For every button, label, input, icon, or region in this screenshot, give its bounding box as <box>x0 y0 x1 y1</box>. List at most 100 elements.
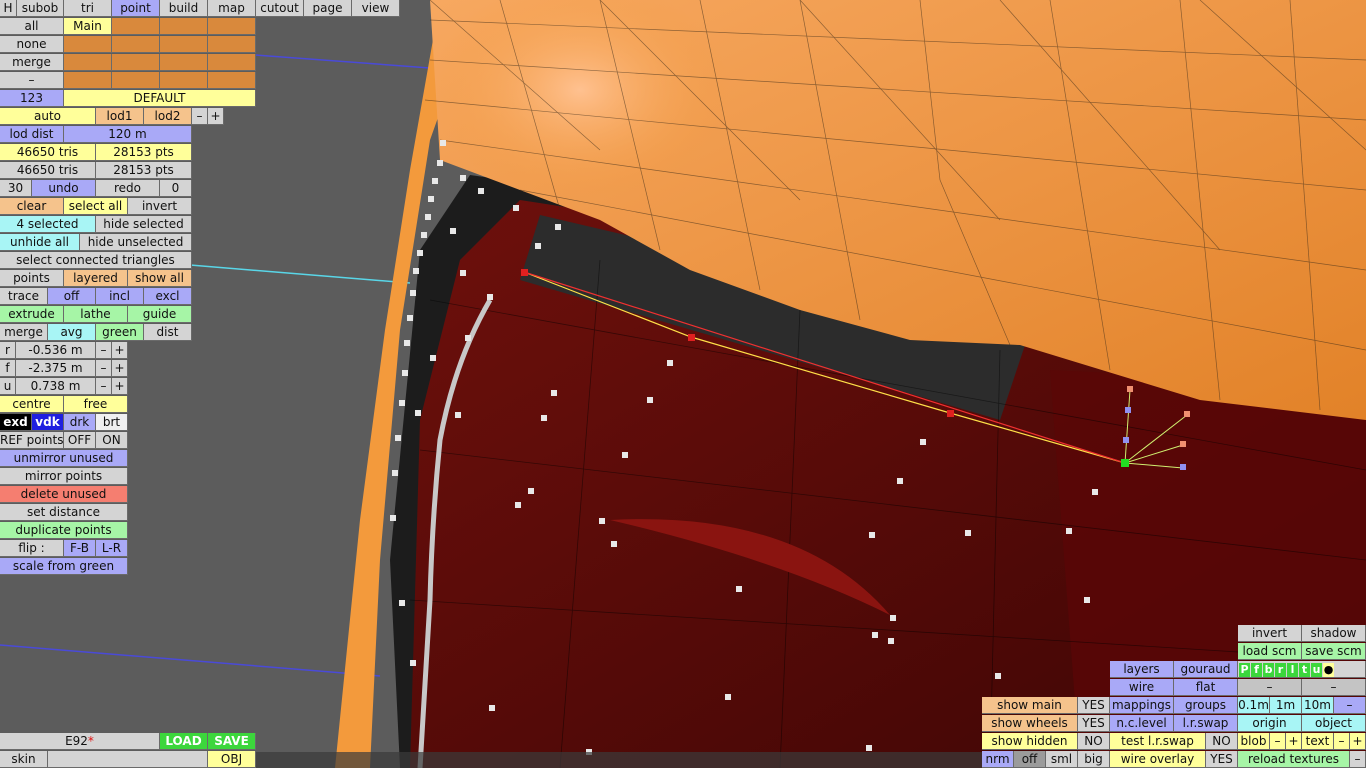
gouraud-button[interactable]: gouraud <box>1174 661 1238 678</box>
trace-off-button[interactable]: off <box>48 288 96 305</box>
dash-button[interactable]: – <box>1238 679 1302 696</box>
unhide-all-button[interactable]: unhide all <box>0 234 80 251</box>
flag-t[interactable]: t <box>1299 663 1310 677</box>
step-minus-button[interactable]: – <box>1334 697 1366 714</box>
hide-selected-button[interactable]: hide selected <box>96 216 192 233</box>
flip-fb-button[interactable]: F-B <box>64 540 96 557</box>
axis-r-minus[interactable]: – <box>96 342 112 359</box>
wire-overlay-toggle[interactable]: YES <box>1206 751 1238 768</box>
obj-button[interactable]: OBJ <box>208 751 256 768</box>
group-slot[interactable] <box>160 18 208 35</box>
reload-textures-button[interactable]: reload textures <box>1238 751 1350 768</box>
select-all-button[interactable]: select all <box>64 198 128 215</box>
trace-button[interactable]: trace <box>0 288 48 305</box>
show-wheels-button[interactable]: show wheels <box>982 715 1078 732</box>
lod-dist-label[interactable]: lod dist <box>0 126 64 143</box>
size-off-button[interactable]: off <box>1014 751 1046 768</box>
nc-level-button[interactable]: n.c.level <box>1110 715 1174 732</box>
blob-minus-button[interactable]: – <box>1270 733 1286 750</box>
group-main[interactable]: Main <box>64 18 112 35</box>
remove-group-button[interactable]: – <box>0 72 64 89</box>
layered-button[interactable]: layered <box>64 270 128 287</box>
guide-button[interactable]: guide <box>128 306 192 323</box>
group-slot[interactable] <box>112 54 160 71</box>
lod-dist-value[interactable]: 120 m <box>64 126 192 143</box>
menu-view[interactable]: view <box>352 0 400 17</box>
display-brt-button[interactable]: brt <box>96 414 128 431</box>
group-slot[interactable] <box>160 72 208 89</box>
group-slot[interactable] <box>64 54 112 71</box>
axis-f-value[interactable]: -2.375 m <box>16 360 96 377</box>
wire-overlay-button[interactable]: wire overlay <box>1110 751 1206 768</box>
group-slot[interactable] <box>208 72 256 89</box>
text-button[interactable]: text <box>1302 733 1334 750</box>
show-hidden-toggle[interactable]: NO <box>1078 733 1110 750</box>
group-slot[interactable] <box>64 36 112 53</box>
shadow-button[interactable]: shadow <box>1302 625 1366 642</box>
wire-button[interactable]: wire <box>1110 679 1174 696</box>
show-main-toggle[interactable]: YES <box>1078 697 1110 714</box>
axis-u-minus[interactable]: – <box>96 378 112 395</box>
test-lr-swap-toggle[interactable]: NO <box>1206 733 1238 750</box>
axis-f-plus[interactable]: + <box>112 360 128 377</box>
dist-button[interactable]: dist <box>144 324 192 341</box>
groups-button[interactable]: groups <box>1174 697 1238 714</box>
group-slot[interactable] <box>160 54 208 71</box>
redo-button[interactable]: redo <box>96 180 160 197</box>
flag-r[interactable]: r <box>1275 663 1286 677</box>
flag-dot[interactable]: ● <box>1323 663 1334 677</box>
display-exd-button[interactable]: exd <box>0 414 32 431</box>
text-plus-button[interactable]: + <box>1350 733 1366 750</box>
lod-minus-button[interactable]: – <box>192 108 208 125</box>
display-vdk-button[interactable]: vdk <box>32 414 64 431</box>
clear-button[interactable]: clear <box>0 198 64 215</box>
save-scm-button[interactable]: save scm <box>1302 643 1366 660</box>
group-slot[interactable] <box>112 18 160 35</box>
blob-plus-button[interactable]: + <box>1286 733 1302 750</box>
show-wheels-toggle[interactable]: YES <box>1078 715 1110 732</box>
view-flags[interactable]: Pf b r l t u ● <box>1238 661 1366 678</box>
lathe-button[interactable]: lathe <box>64 306 128 323</box>
axis-u-value[interactable]: 0.738 m <box>16 378 96 395</box>
select-all-group[interactable]: all <box>0 18 64 35</box>
lod2-button[interactable]: lod2 <box>144 108 192 125</box>
axis-f-minus[interactable]: – <box>96 360 112 377</box>
skin-field[interactable] <box>48 751 208 768</box>
reload-minus-button[interactable]: – <box>1350 751 1366 768</box>
flag-f[interactable]: f <box>1251 663 1262 677</box>
object-button[interactable]: object <box>1302 715 1366 732</box>
merge-points-button[interactable]: merge <box>0 324 48 341</box>
flat-button[interactable]: flat <box>1174 679 1238 696</box>
layers-button[interactable]: layers <box>1110 661 1174 678</box>
invert-button[interactable]: invert <box>1238 625 1302 642</box>
points-mode-button[interactable]: points <box>0 270 64 287</box>
step-10m-button[interactable]: 10m <box>1302 697 1334 714</box>
lr-swap-button[interactable]: l.r.swap <box>1174 715 1238 732</box>
dash-button[interactable]: – <box>1302 679 1366 696</box>
axis-u-plus[interactable]: + <box>112 378 128 395</box>
scale-from-green-button[interactable]: scale from green <box>0 558 128 575</box>
merge-groups-button[interactable]: merge <box>0 54 64 71</box>
size-sml-button[interactable]: sml <box>1046 751 1078 768</box>
avg-button[interactable]: avg <box>48 324 96 341</box>
group-slot[interactable] <box>160 36 208 53</box>
axis-r-value[interactable]: -0.536 m <box>16 342 96 359</box>
file-name[interactable]: E92* <box>0 733 160 750</box>
axis-r-plus[interactable]: + <box>112 342 128 359</box>
group-slot[interactable] <box>112 36 160 53</box>
hide-unselected-button[interactable]: hide unselected <box>80 234 192 251</box>
group-slot[interactable] <box>112 72 160 89</box>
set-distance-button[interactable]: set distance <box>0 504 128 521</box>
menu-map[interactable]: map <box>208 0 256 17</box>
blob-button[interactable]: blob <box>1238 733 1270 750</box>
load-button[interactable]: LOAD <box>160 733 208 750</box>
trace-excl-button[interactable]: excl <box>144 288 192 305</box>
flag-l[interactable]: l <box>1287 663 1298 677</box>
green-button[interactable]: green <box>96 324 144 341</box>
origin-button[interactable]: origin <box>1238 715 1302 732</box>
size-big-button[interactable]: big <box>1078 751 1110 768</box>
show-hidden-button[interactable]: show hidden <box>982 733 1078 750</box>
trace-incl-button[interactable]: incl <box>96 288 144 305</box>
text-minus-button[interactable]: – <box>1334 733 1350 750</box>
unmirror-unused-button[interactable]: unmirror unused <box>0 450 128 467</box>
